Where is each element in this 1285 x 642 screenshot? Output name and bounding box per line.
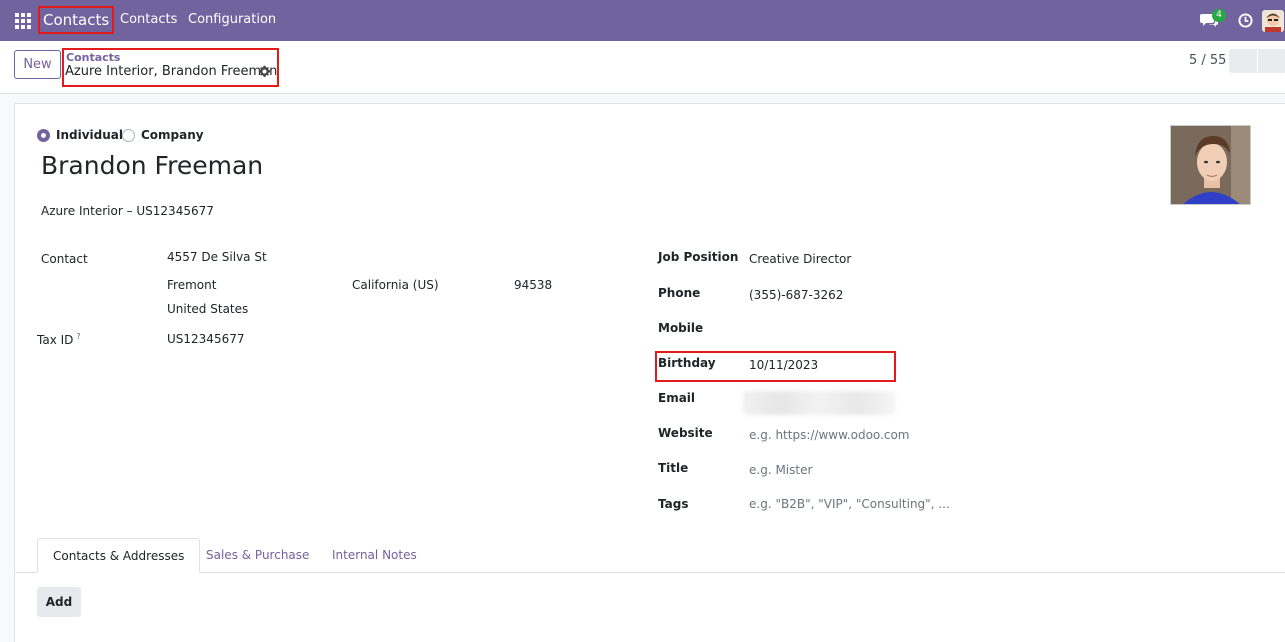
tab-internal-notes[interactable]: Internal Notes: [317, 538, 432, 573]
tax-id-label-text: Tax ID: [37, 333, 74, 347]
radio-individual[interactable]: Individual: [37, 128, 123, 142]
radio-dot[interactable]: [122, 128, 135, 142]
address-label: Contact: [41, 252, 88, 266]
breadcrumb: Contacts Azure Interior, Brandon Freeman: [62, 48, 279, 87]
tab-contacts-addresses[interactable]: Contacts & Addresses: [37, 538, 201, 573]
pager-value[interactable]: 5 / 55: [1189, 53, 1226, 68]
radio-company[interactable]: Company: [122, 128, 204, 142]
tags-label: Tags: [658, 497, 689, 511]
mobile-label: Mobile: [658, 321, 704, 335]
apps-grid-icon[interactable]: [14, 12, 32, 30]
user-avatar[interactable]: [1262, 10, 1284, 32]
job-position-label: Job Position: [658, 250, 739, 264]
tab-sales-purchase[interactable]: Sales & Purchase: [191, 538, 324, 573]
title-label: Title: [658, 461, 689, 475]
radio-individual-label: Individual: [56, 128, 123, 142]
birthday-field[interactable]: 10/11/2023: [749, 358, 818, 372]
top-navbar: Contacts Contacts Configuration 4: [0, 0, 1285, 41]
state-field[interactable]: California (US): [352, 278, 439, 292]
country-field[interactable]: United States: [167, 302, 248, 316]
menu-configuration[interactable]: Configuration: [188, 12, 276, 27]
website-label: Website: [658, 426, 713, 440]
email-label: Email: [658, 391, 696, 405]
radio-dot-checked[interactable]: [37, 128, 50, 142]
gear-icon[interactable]: [258, 65, 271, 78]
pager-previous-button[interactable]: [1229, 49, 1257, 73]
street-field[interactable]: 4557 De Silva St: [167, 250, 267, 264]
menu-contacts[interactable]: Contacts: [120, 12, 177, 27]
form-sheet: Individual Company Brandon Freeman Azure…: [14, 103, 1285, 642]
partner-photo[interactable]: [1170, 125, 1251, 205]
partner-name-field[interactable]: Brandon Freeman: [41, 151, 263, 180]
phone-label: Phone: [658, 286, 701, 300]
breadcrumb-current: Azure Interior, Brandon Freeman: [65, 64, 278, 79]
birthday-label: Birthday: [658, 356, 716, 370]
pager-next-button[interactable]: [1258, 49, 1285, 73]
tax-id-field[interactable]: US12345677: [167, 332, 244, 346]
tags-field[interactable]: e.g. "B2B", "VIP", "Consulting", ...: [749, 497, 950, 511]
control-panel: New Contacts Azure Interior, Brandon Fre…: [0, 41, 1285, 94]
city-field[interactable]: Fremont: [167, 278, 216, 292]
company-field[interactable]: Azure Interior – US12345677: [41, 204, 214, 218]
chat-badge: 4: [1212, 9, 1226, 22]
zip-field[interactable]: 94538: [514, 278, 552, 292]
email-field-blurred[interactable]: [743, 391, 895, 415]
radio-company-label: Company: [141, 128, 204, 142]
title-field[interactable]: e.g. Mister: [749, 463, 812, 477]
new-button[interactable]: New: [14, 50, 61, 79]
notebook-tabs: Contacts & Addresses Sales & Purchase In…: [15, 538, 1285, 573]
clock-icon[interactable]: [1238, 13, 1253, 28]
job-position-field[interactable]: Creative Director: [749, 252, 851, 266]
website-field[interactable]: e.g. https://www.odoo.com: [749, 428, 910, 442]
breadcrumb-parent[interactable]: Contacts: [66, 51, 120, 64]
app-brand[interactable]: Contacts: [38, 6, 115, 34]
phone-field[interactable]: (355)-687-3262: [749, 288, 843, 302]
tax-id-label: Tax ID?: [37, 332, 81, 347]
help-tooltip-icon[interactable]: ?: [76, 332, 80, 341]
add-button[interactable]: Add: [37, 587, 81, 617]
